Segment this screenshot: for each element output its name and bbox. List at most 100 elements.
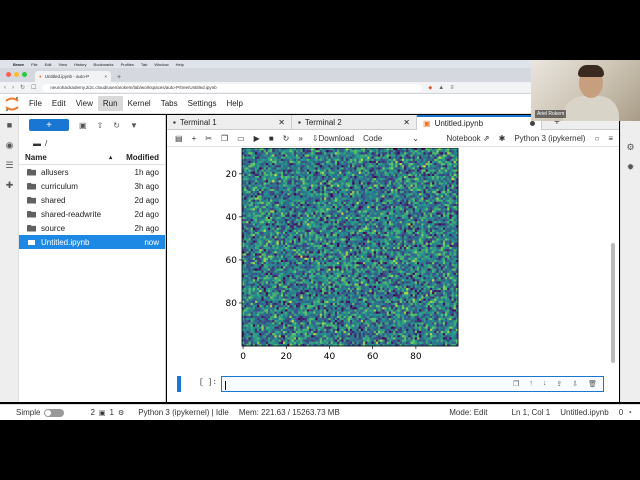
filter-icon[interactable]: ▼ [130, 121, 138, 130]
simple-mode-toggle[interactable] [44, 408, 65, 417]
menu-file[interactable]: File [24, 96, 47, 111]
insert-below-icon[interactable]: ⇩ [572, 380, 578, 388]
file-row[interactable]: source 2h ago [19, 221, 165, 235]
mac-menu-item[interactable]: File [31, 62, 37, 67]
mac-menu-item[interactable]: Edit [45, 62, 52, 67]
mac-menu-item[interactable]: Help [176, 62, 184, 67]
duplicate-cell-icon[interactable]: ❐ [513, 380, 519, 388]
forward-icon[interactable]: › [12, 85, 14, 91]
property-inspector-icon[interactable]: ⚙ [621, 137, 640, 157]
mac-menu-item[interactable]: View [58, 62, 67, 67]
menu-kernel[interactable]: Kernel [123, 96, 156, 111]
y-tick-label: 80 [226, 299, 238, 309]
new-folder-icon[interactable]: ▣ [79, 121, 87, 130]
menu-icon[interactable]: ≡ [450, 85, 454, 91]
insert-above-icon[interactable]: ⇪ [556, 380, 562, 388]
tab-close-icon[interactable]: × [104, 74, 107, 79]
run-icon[interactable]: ▶ [254, 134, 260, 143]
minimize-dot-icon[interactable] [14, 72, 19, 77]
menu-help[interactable]: Help [222, 96, 248, 111]
download-button[interactable]: ⇩Download [312, 134, 354, 143]
zoom-dot-icon[interactable] [22, 72, 27, 77]
file-row[interactable]: allusers 1h ago [19, 165, 165, 179]
move-down-icon[interactable]: ↓ [543, 380, 547, 388]
file-row[interactable]: curriculum 3h ago [19, 179, 165, 193]
cursor-position[interactable]: Ln 1, Col 1 [512, 408, 551, 417]
file-modified: 2h ago [134, 223, 159, 233]
notification-count[interactable]: 0 [619, 408, 623, 417]
toc-icon[interactable]: ☰ [0, 155, 19, 175]
terminal-icon: ▪ [173, 118, 176, 127]
mac-menu-item[interactable]: Tab [141, 62, 147, 67]
cell-type-select[interactable]: Code ⌄ [363, 134, 419, 143]
insert-cell-icon[interactable]: + [192, 134, 197, 143]
file-row[interactable]: shared 2d ago [19, 193, 165, 207]
add-tab-button[interactable]: + [117, 74, 121, 81]
file-modified: 2d ago [134, 209, 159, 219]
bell-icon[interactable]: ◔ [627, 408, 632, 417]
running-icon[interactable]: ◉ [0, 135, 19, 155]
folder-icon [27, 210, 36, 218]
name-column-header[interactable]: Name [25, 153, 109, 162]
back-icon[interactable]: ‹ [4, 85, 6, 91]
paste-icon[interactable]: ▭ [237, 134, 245, 143]
bug-icon[interactable]: ✱ [499, 134, 506, 143]
mac-menu-item[interactable]: Window [154, 62, 168, 67]
file-row[interactable]: Untitled.ipynb now [19, 235, 165, 249]
new-launcher-button[interactable]: + [29, 119, 69, 131]
save-icon[interactable]: ▤ [175, 134, 183, 143]
active-browser-tab[interactable]: ● Untitled.ipynb - auto-P × [35, 71, 111, 82]
notebook-toolbar: ▤ + ✂ ❐ ▭ ▶ ■ ↻ » ⇩Download Code ⌄ Noteb… [167, 130, 619, 147]
refresh-icon[interactable]: ↻ [113, 121, 120, 130]
extensions-icon[interactable]: ▲ [438, 85, 444, 91]
kernel-status[interactable]: Python 3 (ipykernel) | Idle [138, 408, 229, 417]
tab-notebook[interactable]: ▣ Untitled.ipynb [417, 115, 542, 130]
file-row[interactable]: shared-readwrite 2d ago [19, 207, 165, 221]
close-dot-icon[interactable] [6, 72, 11, 77]
stop-icon[interactable]: ■ [269, 134, 274, 143]
menu-view[interactable]: View [71, 96, 98, 111]
menu-edit[interactable]: Edit [47, 96, 71, 111]
tab-terminal-1[interactable]: ▪ Terminal 1 ✕ [167, 115, 292, 130]
vertical-scrollbar[interactable] [608, 148, 618, 402]
code-editor[interactable]: ❐ ↑ ↓ ⇪ ⇩ 🗑 [221, 376, 604, 392]
sort-caret-icon[interactable]: ▴ [109, 154, 112, 161]
notebook-button[interactable]: Notebook ⇗ [446, 134, 489, 143]
reload-icon[interactable]: ↻ [20, 84, 25, 91]
copy-icon[interactable]: ❐ [221, 134, 228, 143]
tab-terminal-2[interactable]: ▪ Terminal 2 ✕ [292, 115, 417, 130]
modified-column-header[interactable]: Modified [126, 153, 159, 162]
restart-icon[interactable]: ↻ [283, 134, 290, 143]
cut-icon[interactable]: ✂ [205, 134, 212, 143]
mac-menu-item[interactable]: Profiles [121, 62, 134, 67]
mac-menu-item[interactable]: History [74, 62, 86, 67]
url-field[interactable]: neurohackademy.2i2c.cloud/user/arokem/la… [42, 83, 423, 92]
close-icon[interactable]: ✕ [403, 118, 410, 127]
delete-cell-icon[interactable]: 🗑 [588, 380, 597, 388]
extension-icon[interactable]: ✚ [0, 175, 19, 195]
menu-run[interactable]: Run [97, 96, 123, 111]
kernel-name[interactable]: Python 3 (ipykernel) [514, 134, 585, 143]
move-up-icon[interactable]: ↑ [529, 380, 533, 388]
download-icon: ⇩ [311, 133, 319, 143]
fast-forward-icon[interactable]: » [298, 134, 302, 143]
unsaved-dot-icon[interactable] [530, 121, 535, 126]
shield-icon[interactable]: ◆ [428, 85, 432, 91]
folder-crumb-icon[interactable]: ▬ [33, 139, 41, 148]
menu-settings[interactable]: Settings [183, 96, 222, 111]
mac-menu-item[interactable]: Brave [13, 62, 24, 67]
terminal-count[interactable]: 2 [90, 408, 94, 417]
debugger-icon[interactable]: ✹ [621, 157, 640, 177]
close-icon[interactable]: ✕ [278, 118, 285, 127]
menu-tabs[interactable]: Tabs [156, 96, 183, 111]
code-cell[interactable]: [ ]: ❐ ↑ ↓ ⇪ ⇩ 🗑 [177, 376, 605, 392]
scroll-thumb[interactable] [611, 243, 615, 363]
folder-icon[interactable]: ■ [0, 115, 19, 135]
breadcrumb-path[interactable]: / [45, 139, 47, 148]
kernel-count[interactable]: 1 [110, 408, 114, 417]
mac-menu-item[interactable]: Bookmarks [94, 62, 114, 67]
notebook-menu-icon[interactable]: ≡ [608, 134, 613, 143]
folder-icon [27, 224, 36, 232]
upload-icon[interactable]: ⇧ [97, 121, 104, 130]
bookmark-icon[interactable]: ☐ [31, 84, 36, 91]
